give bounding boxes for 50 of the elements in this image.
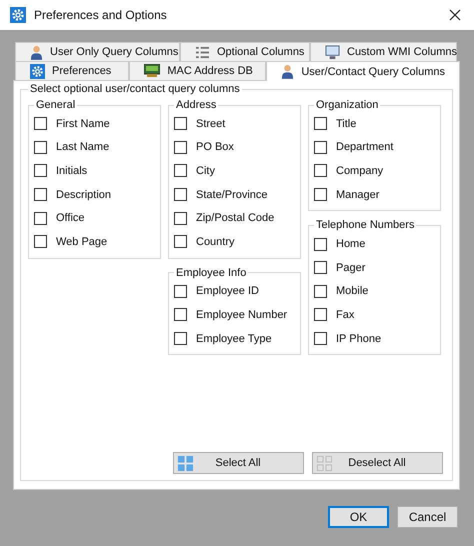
checkbox[interactable]: City xyxy=(174,159,294,183)
close-icon[interactable] xyxy=(449,9,461,21)
grid-icon xyxy=(177,454,194,472)
cancel-button[interactable]: Cancel xyxy=(397,506,458,528)
checkbox[interactable]: Employee Type xyxy=(174,326,294,350)
checkbox[interactable]: Employee Number xyxy=(174,303,294,327)
tab[interactable]: User/Contact Query Columns xyxy=(266,61,460,81)
checkbox[interactable]: IP Phone xyxy=(314,326,434,350)
checkbox[interactable]: Employee ID xyxy=(174,280,294,304)
user-icon xyxy=(281,64,294,79)
group-title: Select optional user/contact query columns xyxy=(29,83,241,95)
group-title: General xyxy=(35,99,76,111)
checkbox[interactable]: Last Name xyxy=(34,136,154,160)
tab[interactable]: Custom WMI Columns xyxy=(310,42,457,61)
window-title: Preferences and Options xyxy=(34,8,168,22)
gear-icon xyxy=(10,7,26,23)
checkbox[interactable]: State/Province xyxy=(174,182,294,206)
checkbox[interactable]: PO Box xyxy=(174,136,294,160)
checkbox[interactable]: Street xyxy=(174,112,294,136)
monitor-icon xyxy=(325,44,340,60)
checkbox[interactable]: Description xyxy=(34,182,154,206)
checkbox[interactable]: Home xyxy=(314,232,434,256)
network-card-icon xyxy=(144,64,160,78)
select-all-button[interactable]: Select All xyxy=(173,452,304,474)
group-title: Employee Info xyxy=(175,266,248,279)
checkbox[interactable]: Department xyxy=(314,136,434,160)
checkbox[interactable]: Country xyxy=(174,230,294,254)
checkbox[interactable]: Fax xyxy=(314,303,434,327)
checkbox[interactable]: Initials xyxy=(34,159,154,183)
group-title: Telephone Numbers xyxy=(315,219,416,232)
checkbox[interactable]: Office xyxy=(34,206,154,230)
group-title: Address xyxy=(175,99,218,111)
checkbox[interactable]: Web Page xyxy=(34,230,154,254)
deselect-all-button[interactable]: Deselect All xyxy=(312,452,443,474)
group-title: Organization xyxy=(315,99,380,111)
checkbox[interactable]: Manager xyxy=(314,182,434,206)
ok-button[interactable]: OK xyxy=(328,506,389,528)
tab[interactable]: Preferences xyxy=(15,61,130,80)
checkbox[interactable]: Title xyxy=(314,112,434,136)
list-icon xyxy=(195,46,210,58)
checkbox[interactable]: First Name xyxy=(34,112,154,136)
tab[interactable]: User Only Query Columns xyxy=(15,42,180,61)
tab[interactable]: Optional Columns xyxy=(180,42,310,61)
grid-icon xyxy=(316,454,333,472)
tab[interactable]: MAC Address DB xyxy=(129,61,266,80)
checkbox[interactable]: Pager xyxy=(314,256,434,280)
checkbox[interactable]: Mobile xyxy=(314,280,434,304)
checkbox[interactable]: Zip/Postal Code xyxy=(174,206,294,230)
user-icon xyxy=(30,44,43,60)
checkbox[interactable]: Company xyxy=(314,159,434,183)
